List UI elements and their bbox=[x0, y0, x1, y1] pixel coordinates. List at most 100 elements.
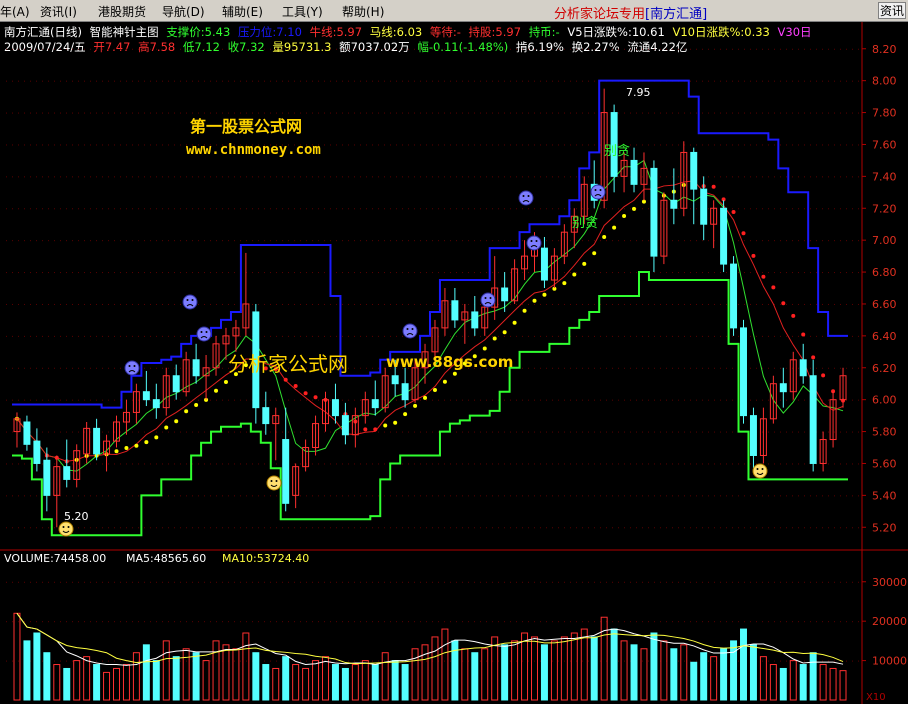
grid-dot bbox=[126, 112, 127, 114]
menu-assist[interactable]: 辅助(E) bbox=[222, 3, 263, 20]
menu-year[interactable]: 年(A) bbox=[0, 3, 30, 20]
menu-hk-futures[interactable]: 港股期货 bbox=[98, 3, 146, 20]
menu-tools[interactable]: 工具(Y) bbox=[282, 3, 323, 20]
grid-dot bbox=[138, 208, 139, 210]
grid-dot bbox=[534, 660, 535, 662]
grid-dot bbox=[546, 399, 547, 401]
grid-dot bbox=[456, 463, 457, 465]
grid-dot bbox=[108, 527, 109, 529]
candle-body bbox=[222, 335, 230, 345]
grid-dot bbox=[762, 48, 763, 50]
grid-dot bbox=[90, 581, 91, 583]
grid-dot bbox=[750, 581, 751, 583]
volume-bar bbox=[182, 648, 190, 701]
face-eye bbox=[270, 480, 273, 482]
menu-info[interactable]: 资讯(I) bbox=[40, 3, 77, 20]
menu-navigate[interactable]: 导航(D) bbox=[162, 3, 205, 20]
grid-dot bbox=[516, 431, 517, 433]
info-button[interactable]: 资讯 bbox=[878, 2, 906, 19]
grid-dot bbox=[582, 495, 583, 497]
grid-dot bbox=[300, 272, 301, 274]
grid-dot bbox=[402, 495, 403, 497]
volume-bar bbox=[481, 648, 489, 701]
grid-dot bbox=[204, 367, 205, 369]
grid-dot bbox=[642, 495, 643, 497]
grid-dot bbox=[66, 112, 67, 114]
grid-dot bbox=[312, 240, 313, 242]
grid-dot bbox=[852, 527, 853, 529]
grid-dot bbox=[456, 240, 457, 242]
grid-dot bbox=[744, 527, 745, 529]
grid-dot bbox=[234, 176, 235, 178]
grid-dot bbox=[738, 495, 739, 497]
trend-dot bbox=[731, 209, 736, 214]
face-mouth bbox=[530, 245, 538, 248]
grid-dot bbox=[324, 463, 325, 465]
grid-dot bbox=[732, 176, 733, 178]
volume-bar bbox=[491, 636, 499, 701]
grid-dot bbox=[360, 463, 361, 465]
grid-dot bbox=[552, 431, 553, 433]
grid-dot bbox=[792, 240, 793, 242]
menu-help[interactable]: 帮助(H) bbox=[342, 3, 384, 20]
grid-dot bbox=[642, 527, 643, 529]
grid-dot bbox=[822, 240, 823, 242]
grid-dot bbox=[282, 176, 283, 178]
grid-dot bbox=[624, 303, 625, 305]
grid-dot bbox=[606, 240, 607, 242]
stock-chart[interactable]: 5.205.405.605.806.006.206.406.606.807.00… bbox=[0, 0, 908, 704]
grid-dot bbox=[816, 144, 817, 146]
grid-dot bbox=[30, 112, 31, 114]
candle-body bbox=[670, 199, 678, 209]
grid-dot bbox=[18, 112, 19, 114]
grid-dot bbox=[696, 495, 697, 497]
grid-dot bbox=[252, 621, 253, 623]
grid-dot bbox=[600, 144, 601, 146]
grid-dot bbox=[834, 367, 835, 369]
grid-dot bbox=[192, 463, 193, 465]
indicator-name[interactable]: 智能神针主图 bbox=[90, 25, 159, 39]
grid-dot bbox=[564, 581, 565, 583]
grid-dot bbox=[756, 112, 757, 114]
grid-dot bbox=[324, 112, 325, 114]
grid-dot bbox=[48, 80, 49, 82]
grid-dot bbox=[324, 240, 325, 242]
trend-dot bbox=[651, 200, 656, 205]
grid-dot bbox=[342, 335, 343, 337]
grid-dot bbox=[216, 660, 217, 662]
grid-dot bbox=[444, 303, 445, 305]
candle-body bbox=[93, 427, 101, 455]
grid-dot bbox=[642, 335, 643, 337]
grid-dot bbox=[144, 144, 145, 146]
grid-dot bbox=[828, 48, 829, 50]
grid-dot bbox=[168, 621, 169, 623]
grid-dot bbox=[468, 621, 469, 623]
grid-dot bbox=[798, 431, 799, 433]
grid-dot bbox=[768, 431, 769, 433]
candle-body bbox=[411, 367, 419, 401]
grid-dot bbox=[606, 621, 607, 623]
grid-dot bbox=[174, 660, 175, 662]
price-tick-label: 5.40 bbox=[872, 489, 897, 502]
grid-dot bbox=[588, 399, 589, 401]
grid-dot bbox=[384, 431, 385, 433]
grid-dot bbox=[420, 463, 421, 465]
grid-dot bbox=[828, 463, 829, 465]
grid-dot bbox=[360, 303, 361, 305]
grid-dot bbox=[294, 581, 295, 583]
grid-dot bbox=[252, 335, 253, 337]
grid-dot bbox=[156, 112, 157, 114]
grid-dot bbox=[30, 335, 31, 337]
grid-dot bbox=[468, 335, 469, 337]
grid-dot bbox=[90, 240, 91, 242]
grid-dot bbox=[834, 431, 835, 433]
grid-dot bbox=[30, 527, 31, 529]
grid-dot bbox=[216, 621, 217, 623]
pressure-level: 压力位:7.10 bbox=[237, 25, 302, 39]
grid-dot bbox=[132, 581, 133, 583]
grid-dot bbox=[630, 581, 631, 583]
grid-dot bbox=[384, 272, 385, 274]
grid-dot bbox=[180, 240, 181, 242]
grid-dot bbox=[330, 208, 331, 210]
grid-dot bbox=[660, 367, 661, 369]
